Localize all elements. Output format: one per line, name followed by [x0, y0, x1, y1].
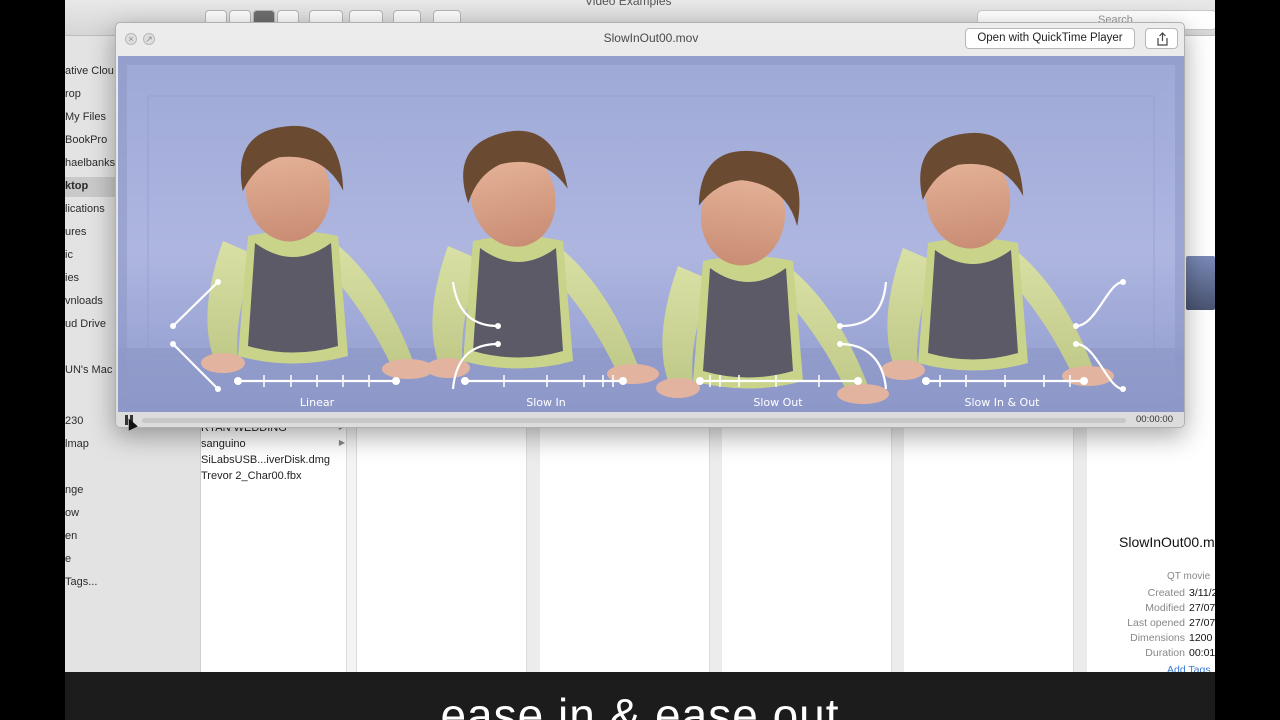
preview-info-key: Modified: [1145, 602, 1185, 614]
preview-info-value: 00:01: [1189, 647, 1215, 659]
file-name: Trevor 2_Char00.fbx: [201, 470, 302, 482]
file-name: SiLabsUSB...iverDisk.dmg: [201, 454, 330, 466]
sidebar-item[interactable]: ktop: [65, 177, 115, 197]
preview-info-value: 27/07/200: [1189, 617, 1215, 629]
animated-character: [656, 150, 889, 404]
animated-character: [201, 125, 434, 379]
sidebar-item[interactable]: en: [65, 527, 201, 547]
list-item[interactable]: SiLabsUSB...iverDisk.dmg: [201, 453, 347, 469]
playback-scrubber[interactable]: [142, 418, 1126, 423]
sidebar-item[interactable]: e: [65, 550, 201, 570]
sidebar-item[interactable]: ow: [65, 504, 201, 524]
preview-info-key: Last opened: [1127, 617, 1185, 629]
finder-window-title: Video Examples: [585, 0, 672, 8]
curve-label-linear: Linear: [300, 396, 335, 409]
preview-info-key: Duration: [1145, 647, 1185, 659]
preview-info-value: 1200 × 40: [1189, 632, 1215, 644]
preview-info-key: Dimensions: [1130, 632, 1185, 644]
preview-info-value: 27/07/200: [1189, 602, 1215, 614]
curve-label-slow-out: Slow Out: [753, 396, 803, 409]
preview-info-key: Created: [1147, 587, 1185, 599]
sidebar-item[interactable]: Tags...: [65, 573, 201, 593]
quicklook-window: × ↗ SlowInOut00.mov Open with QuickTime …: [115, 22, 1185, 428]
sidebar-item[interactable]: lmap: [65, 435, 201, 455]
subtitle-bar: ease in & ease out: [65, 672, 1215, 720]
share-icon: [1157, 32, 1168, 46]
list-item[interactable]: sanguino ▶: [201, 437, 347, 453]
list-item[interactable]: Trevor 2_Char00.fbx: [201, 469, 347, 485]
sidebar-item[interactable]: nge: [65, 481, 201, 501]
playback-controls: 00:00:00: [116, 412, 1184, 427]
curve-label-slow-in: Slow In: [526, 396, 566, 409]
animation-frame-svg: Linear Slow In Slow Out Slow In & Out: [118, 56, 1184, 412]
quicklook-titlebar: × ↗ SlowInOut00.mov Open with QuickTime …: [116, 23, 1184, 55]
share-button[interactable]: [1145, 28, 1178, 49]
playback-time: 00:00:00: [1136, 414, 1173, 425]
animated-character: [881, 132, 1114, 386]
chevron-right-icon: ▶: [338, 438, 345, 447]
preview-file-kind: QT movie: [1167, 571, 1211, 582]
open-with-quicktime-button[interactable]: Open with QuickTime Player: [965, 28, 1135, 49]
preview-info-value: 3/11/2015: [1189, 587, 1215, 599]
file-name: sanguino: [201, 438, 246, 450]
animated-character: [426, 130, 659, 384]
curve-label-slow-in-out: Slow In & Out: [965, 396, 1041, 409]
preview-file-name: SlowInOut00.m: [1119, 534, 1215, 550]
preview-thumbnail: [1186, 256, 1215, 310]
video-frame[interactable]: Linear Slow In Slow Out Slow In & Out: [118, 56, 1184, 412]
subtitle-caption: ease in & ease out: [440, 689, 840, 720]
